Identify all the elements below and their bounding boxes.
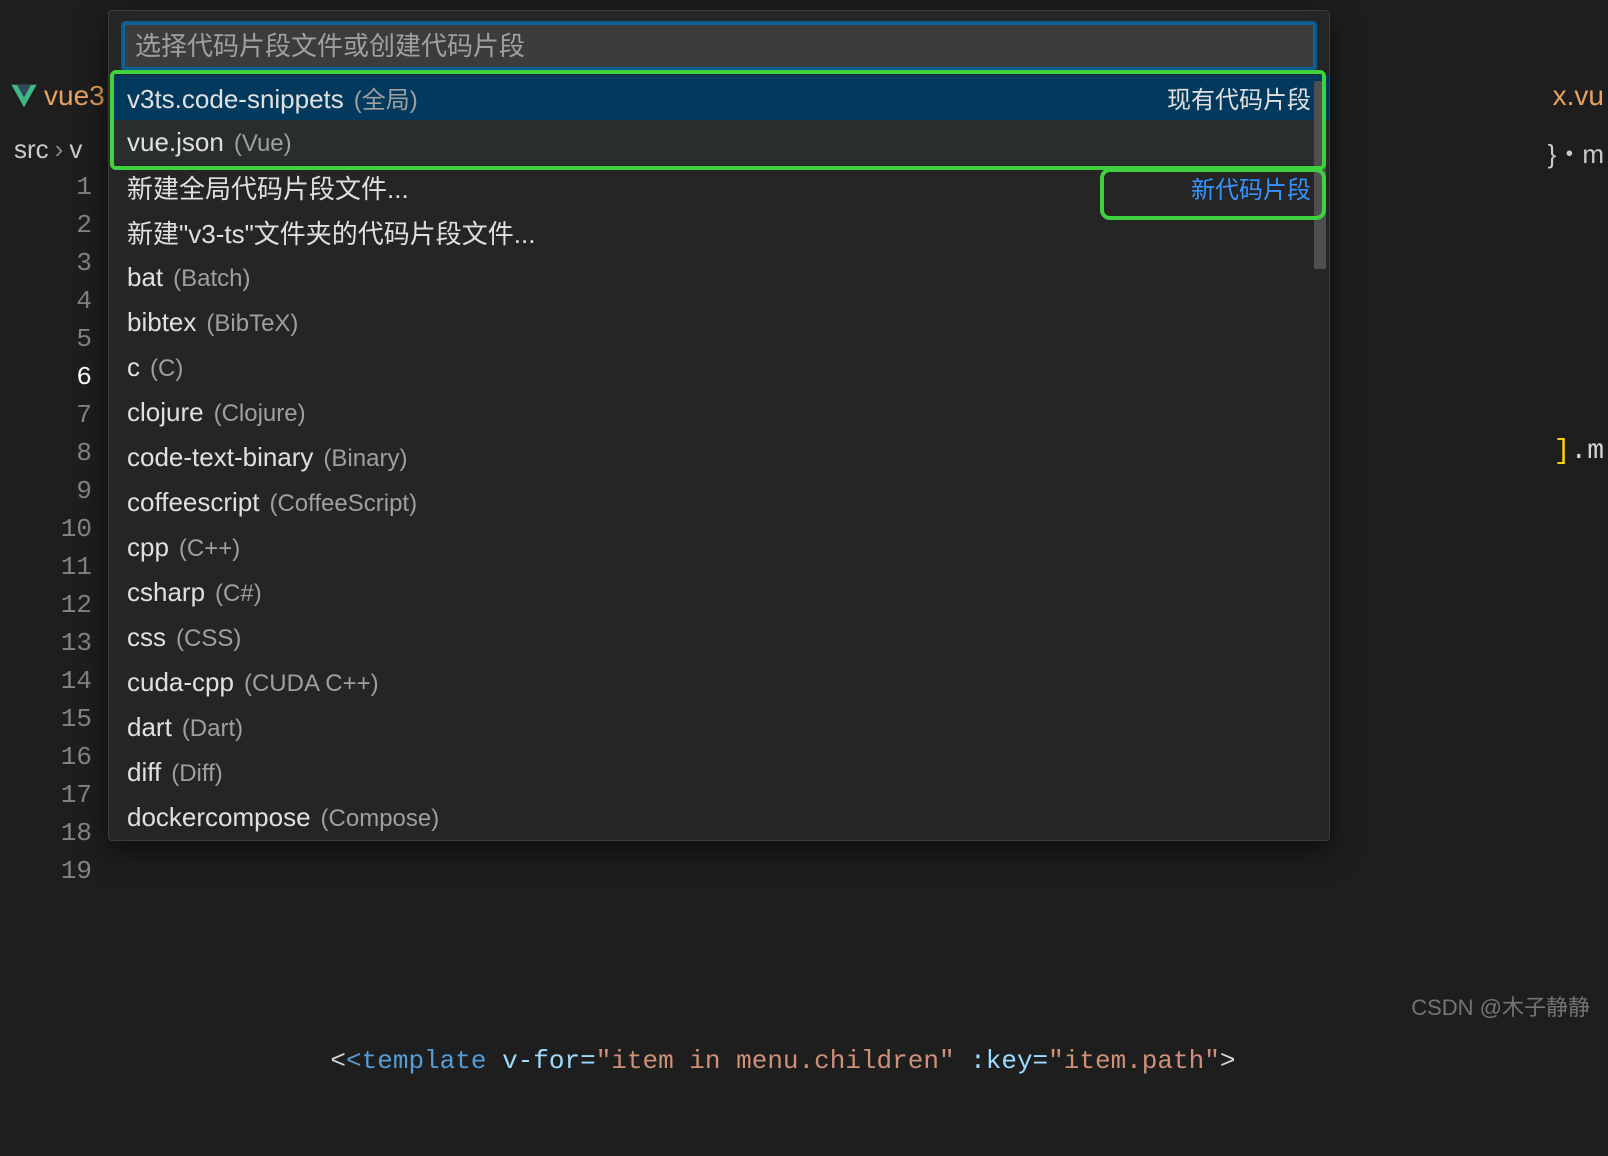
snippet-item-label: css: [127, 622, 166, 653]
editor-tab[interactable]: vue3: [0, 72, 105, 120]
tag-template: <template: [346, 1046, 486, 1076]
snippet-item-label: csharp: [127, 577, 205, 608]
snippet-item[interactable]: bibtex (BibTeX): [109, 300, 1329, 345]
snippet-list: v3ts.code-snippets (全局) 现有代码片段 vue.json …: [109, 75, 1329, 840]
snippet-item[interactable]: 新建全局代码片段文件... 新代码片段: [109, 165, 1329, 210]
snippet-item-label: v3ts.code-snippets: [127, 84, 344, 115]
snippet-item-label: coffeescript: [127, 487, 259, 518]
snippet-item[interactable]: cpp (C++): [109, 525, 1329, 570]
chevron-right-icon: ›: [55, 134, 64, 165]
line-number: 14: [0, 662, 92, 700]
snippet-search-input-wrap[interactable]: [123, 23, 1315, 69]
line-number: 6: [0, 358, 92, 396]
snippet-item-hint: (Compose): [321, 805, 440, 833]
snippet-item-label: code-text-binary: [127, 442, 313, 473]
snippet-item-hint: (CoffeeScript): [269, 490, 417, 518]
line-number: 4: [0, 282, 92, 320]
snippet-item-hint: (BibTeX): [206, 310, 298, 338]
breadcrumb-meta-right: }・m: [1548, 134, 1604, 171]
line-number: 9: [0, 472, 92, 510]
line-number: 10: [0, 510, 92, 548]
str-vfor: "item in menu.children": [596, 1046, 955, 1076]
line-number: 5: [0, 320, 92, 358]
snippet-search-input[interactable]: [135, 31, 1303, 62]
snippet-item[interactable]: cuda-cpp (CUDA C++): [109, 660, 1329, 705]
vue-file-icon: [10, 82, 38, 110]
snippet-item-label: vue.json: [127, 127, 224, 158]
code-bracket: ]: [1554, 436, 1571, 467]
str-key: "item.path": [1048, 1046, 1220, 1076]
snippet-item-hint: (CUDA C++): [244, 670, 379, 698]
snippet-item-hint: (C): [150, 355, 183, 383]
snippet-item[interactable]: bat (Batch): [109, 255, 1329, 300]
snippet-item-label: c: [127, 352, 140, 383]
snippet-item-hint: (Dart): [182, 715, 243, 743]
breadcrumb[interactable]: src › v: [14, 134, 82, 165]
attr-vfor: v-for=: [486, 1046, 595, 1076]
line-number: 11: [0, 548, 92, 586]
snippet-item-label: 新建"v3-ts"文件夹的代码片段文件...: [127, 214, 535, 251]
snippet-item-hint: (Binary): [323, 445, 407, 473]
line-number: 7: [0, 396, 92, 434]
line-number: 1: [0, 168, 92, 206]
snippet-item[interactable]: 新建"v3-ts"文件夹的代码片段文件...: [109, 210, 1329, 255]
line-number: 12: [0, 586, 92, 624]
snippet-item-hint: (Diff): [171, 760, 223, 788]
snippet-item-hint: (Clojure): [214, 400, 306, 428]
snippet-item-hint: (Vue): [234, 130, 292, 158]
tab-label: vue3: [44, 80, 105, 112]
snippet-item-hint: (CSS): [176, 625, 241, 653]
line-number: 15: [0, 700, 92, 738]
attr-key: :key=: [955, 1046, 1049, 1076]
tag-close: >: [1220, 1046, 1236, 1076]
snippet-item-label: clojure: [127, 397, 204, 428]
line-number: 16: [0, 738, 92, 776]
snippet-item-hint: (Batch): [173, 265, 250, 293]
snippet-item-label: dockercompose: [127, 802, 311, 833]
snippet-item-label: cpp: [127, 532, 169, 563]
code-dot-m: .m: [1570, 436, 1604, 467]
snippet-item[interactable]: css (CSS): [109, 615, 1329, 660]
snippet-item-label: diff: [127, 757, 161, 788]
snippet-item[interactable]: clojure (Clojure): [109, 390, 1329, 435]
line-number: 17: [0, 776, 92, 814]
snippet-item-hint: (C++): [179, 535, 240, 563]
snippet-item-label: 新建全局代码片段文件...: [127, 169, 409, 206]
line-number: 13: [0, 624, 92, 662]
line-number: 18: [0, 814, 92, 852]
snippet-item-hint: (全局): [354, 80, 418, 115]
snippet-item[interactable]: coffeescript (CoffeeScript): [109, 480, 1329, 525]
snippet-item[interactable]: v3ts.code-snippets (全局) 现有代码片段: [109, 75, 1329, 120]
line-number: 8: [0, 434, 92, 472]
line-number: 3: [0, 244, 92, 282]
scrollbar-thumb[interactable]: [1314, 81, 1326, 269]
snippet-item-label: bat: [127, 262, 163, 293]
breadcrumb-part: src: [14, 134, 49, 165]
breadcrumb-part: v: [69, 134, 82, 165]
line-number: 2: [0, 206, 92, 244]
section-label-existing: 现有代码片段: [1167, 80, 1311, 115]
snippet-item-hint: (C#): [215, 580, 262, 608]
snippet-item-label: dart: [127, 712, 172, 743]
section-label-new: 新代码片段: [1191, 170, 1311, 205]
line-number: 19: [0, 852, 92, 890]
tab-right-cropped: x.vu: [1553, 72, 1604, 120]
snippet-picker: v3ts.code-snippets (全局) 现有代码片段 vue.json …: [108, 10, 1330, 841]
line-number-gutter: 12345678910111213141516171819: [0, 168, 92, 890]
snippet-item[interactable]: code-text-binary (Binary): [109, 435, 1329, 480]
snippet-item[interactable]: diff (Diff): [109, 750, 1329, 795]
snippet-item[interactable]: dart (Dart): [109, 705, 1329, 750]
snippet-item-label: cuda-cpp: [127, 667, 234, 698]
snippet-item[interactable]: c (C): [109, 345, 1329, 390]
watermark: CSDN @木子静静: [1411, 990, 1590, 1022]
snippet-item[interactable]: csharp (C#): [109, 570, 1329, 615]
snippet-item[interactable]: vue.json (Vue): [109, 120, 1329, 165]
snippet-item-label: bibtex: [127, 307, 196, 338]
snippet-item[interactable]: dockercompose (Compose): [109, 795, 1329, 840]
